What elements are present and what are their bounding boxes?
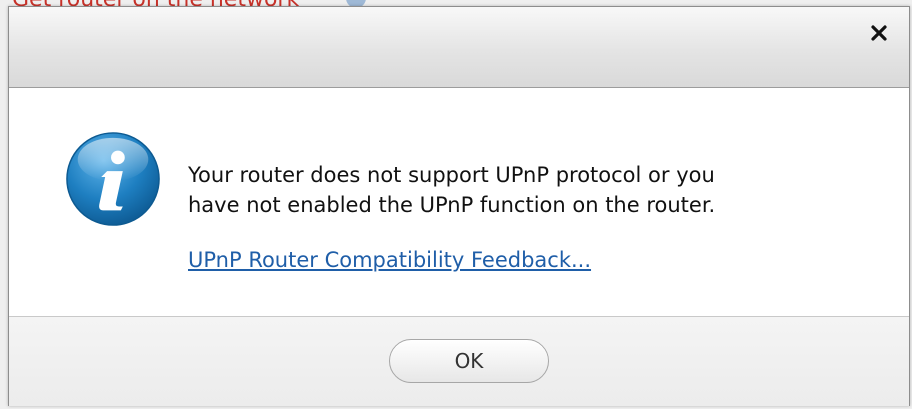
dialog-titlebar (9, 7, 909, 88)
message-line-1: Your router does not support UPnP protoc… (188, 163, 715, 187)
close-icon[interactable] (867, 21, 891, 45)
info-icon (64, 130, 162, 228)
message-line-2: have not enabled the UPnP function on th… (188, 193, 716, 217)
dialog-body: Your router does not support UPnP protoc… (9, 88, 909, 316)
compatibility-feedback-link[interactable]: UPnP Router Compatibility Feedback... (188, 248, 591, 272)
dialog-footer: OK (9, 316, 909, 406)
ok-button[interactable]: OK (389, 339, 549, 383)
upnp-alert-dialog: Your router does not support UPnP protoc… (8, 6, 910, 406)
dialog-message: Your router does not support UPnP protoc… (188, 160, 868, 220)
